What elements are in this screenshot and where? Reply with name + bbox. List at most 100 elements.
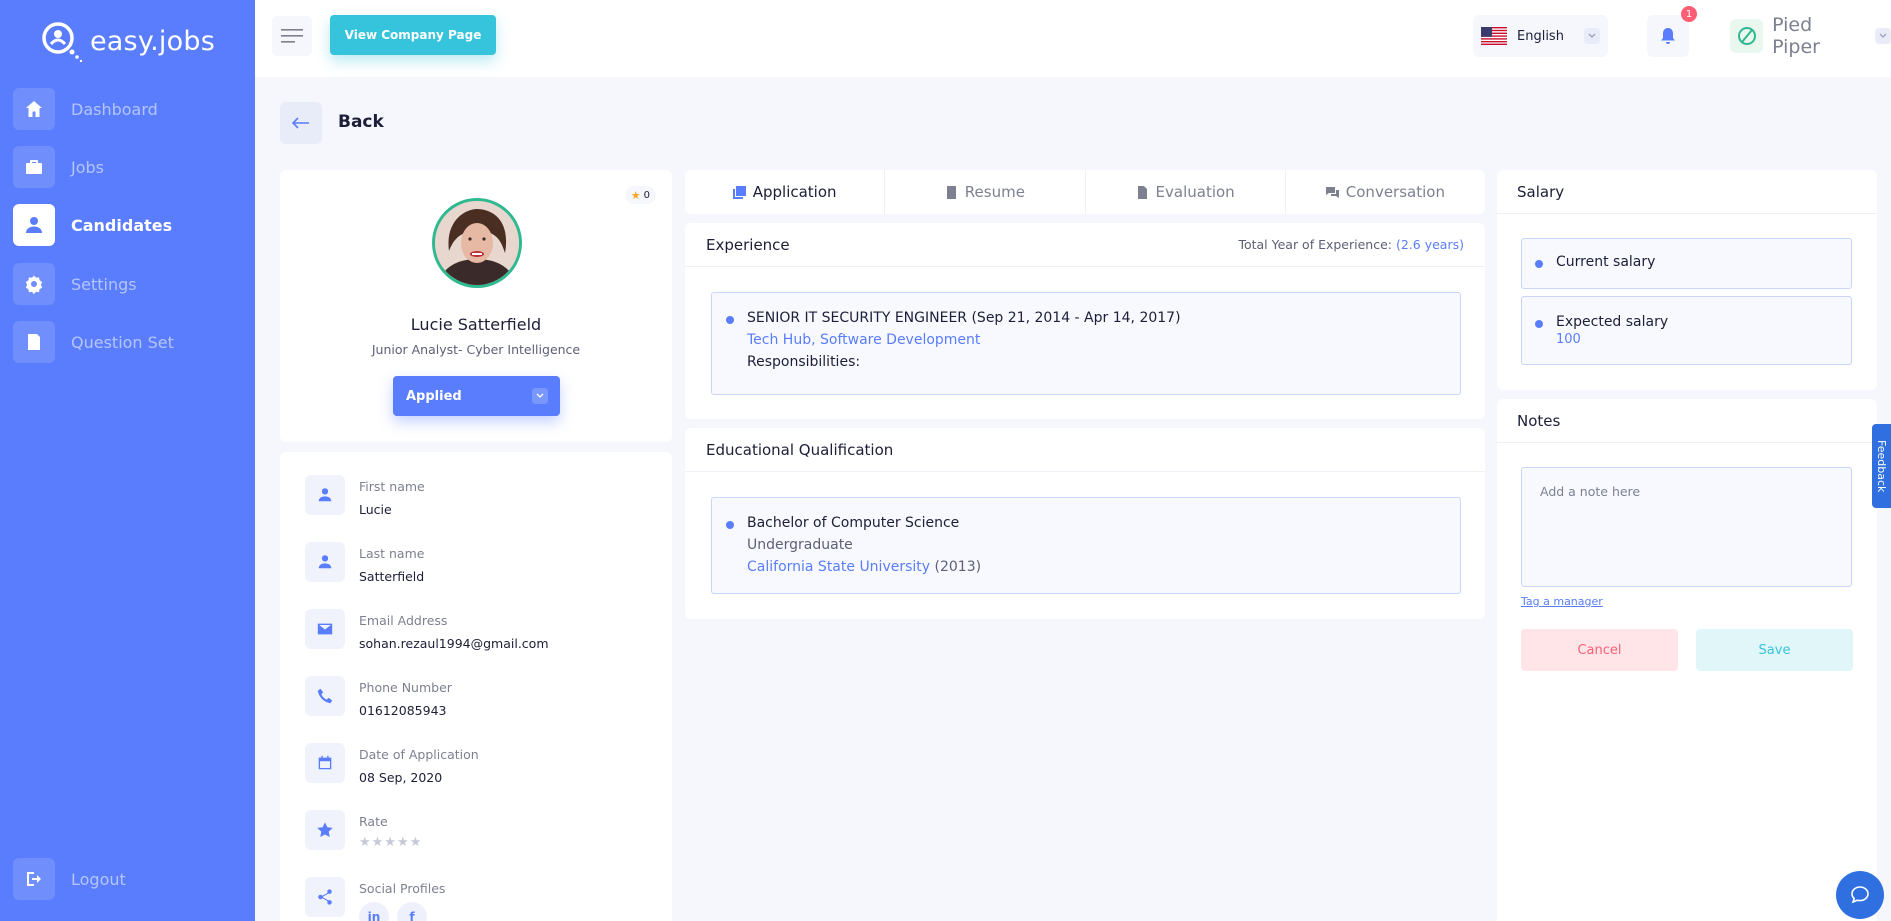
bullet-dot: [726, 316, 734, 324]
detail-email: Email Address sohan.rezaul1994@gmail.com: [305, 609, 549, 659]
mail-icon: [305, 609, 345, 649]
education-section: Educational Qualification Bachelor of Co…: [685, 428, 1485, 619]
conversation-icon: [1325, 186, 1339, 198]
save-button[interactable]: Save: [1696, 629, 1853, 671]
detail-label: Date of Application: [359, 747, 479, 762]
tab-label: Evaluation: [1155, 183, 1235, 201]
sidebar-item-dashboard[interactable]: Dashboard: [13, 88, 243, 130]
language-select[interactable]: English: [1473, 15, 1608, 57]
detail-label: Email Address: [359, 613, 448, 628]
detail-value: sohan.rezaul1994@gmail.com: [359, 636, 549, 651]
sidebar-item-settings[interactable]: Settings: [13, 263, 243, 305]
sidebar-item-label: Settings: [71, 274, 137, 294]
education-school-line: California State University (2013): [747, 559, 1442, 575]
company-switcher[interactable]: Pied Piper: [1730, 14, 1891, 58]
detail-rate: Rate ★★★★★: [305, 810, 422, 860]
sidebar-item-label: Jobs: [71, 157, 104, 177]
education-heading: Educational Qualification: [706, 440, 894, 459]
star-icon: ★: [630, 188, 641, 202]
gear-icon: [13, 263, 55, 305]
chevron-down-icon: [1875, 28, 1891, 44]
star-icon: [305, 810, 345, 850]
salary-heading: Salary: [1497, 170, 1877, 214]
tag-manager-link[interactable]: Tag a manager: [1521, 595, 1603, 608]
rating-stars[interactable]: ★★★★★: [359, 835, 422, 850]
back-label: Back: [338, 112, 384, 132]
candidate-job-title: Junior Analyst- Cyber Intelligence: [371, 342, 581, 357]
user-icon: [305, 542, 345, 582]
us-flag-icon: [1481, 27, 1507, 45]
experience-entry: SENIOR IT SECURITY ENGINEER (Sep 21, 201…: [711, 292, 1461, 395]
tab-label: Conversation: [1345, 183, 1445, 201]
rating-badge-value: 0: [643, 189, 650, 201]
logout-label: Logout: [71, 869, 126, 889]
document-icon: [13, 321, 55, 363]
detail-label: Last name: [359, 546, 425, 561]
candidate-profile-card: ★ 0 Lucie Satterfield Junior Analyst- Cy…: [280, 170, 672, 442]
detail-first-name: First name Lucie: [305, 475, 425, 525]
resume-icon: [946, 185, 956, 199]
sidebar-item-label: Dashboard: [71, 99, 158, 119]
experience-responsibilities: Responsibilities:: [747, 354, 861, 370]
bullet-dot: [1535, 260, 1543, 268]
tab-conversation[interactable]: Conversation: [1286, 170, 1485, 214]
experience-heading: Experience: [706, 235, 790, 254]
back-button[interactable]: [280, 102, 322, 144]
notification-badge: 1: [1681, 6, 1697, 22]
sidebar-item-question-set[interactable]: Question Set: [13, 321, 243, 363]
rating-badge: ★ 0: [624, 186, 656, 204]
bullet-dot: [726, 521, 734, 529]
tab-resume[interactable]: Resume: [885, 170, 1086, 214]
education-entry: Bachelor of Computer Science Undergradua…: [711, 497, 1461, 594]
briefcase-icon: [13, 146, 55, 188]
menu-toggle-button[interactable]: [272, 16, 312, 56]
chat-button[interactable]: [1836, 871, 1884, 919]
facebook-icon[interactable]: f: [397, 902, 427, 921]
experience-company: Tech Hub, Software Development: [747, 332, 981, 348]
feedback-tab[interactable]: Feedback: [1872, 424, 1891, 508]
notification-button[interactable]: [1647, 15, 1689, 57]
detail-phone: Phone Number 01612085943: [305, 676, 452, 726]
chevron-down-icon: [532, 388, 548, 404]
salary-card: Salary Current salary Expected salary 10…: [1497, 170, 1877, 390]
total-experience-value: (2.6 years): [1395, 237, 1464, 252]
bullet-dot: [1535, 320, 1543, 328]
total-experience: Total Year of Experience: (2.6 years): [1238, 237, 1464, 252]
tab-evaluation[interactable]: Evaluation: [1086, 170, 1286, 214]
education-degree: Bachelor of Computer Science: [747, 515, 960, 531]
sidebar: easy.jobs Dashboard Jobs Candidates Sett…: [0, 0, 255, 921]
sidebar-item-jobs[interactable]: Jobs: [13, 146, 243, 188]
brand-logo[interactable]: easy.jobs: [36, 16, 215, 66]
cancel-button[interactable]: Cancel: [1521, 629, 1678, 671]
experience-section: Experience Total Year of Experience: (2.…: [685, 223, 1485, 419]
candidate-tabs: Application Resume Evaluation Conversati…: [685, 170, 1485, 214]
avatar: [432, 198, 522, 288]
detail-application-date: Date of Application 08 Sep, 2020: [305, 743, 479, 793]
chat-icon: [1851, 886, 1869, 904]
detail-value: Satterfield: [359, 569, 425, 584]
home-icon: [13, 88, 55, 130]
education-year: (2013): [934, 559, 982, 575]
status-dropdown[interactable]: Applied: [393, 376, 560, 416]
note-textarea[interactable]: Add a note here: [1521, 467, 1852, 587]
view-company-page-button[interactable]: View Company Page: [330, 15, 496, 55]
sidebar-item-candidates[interactable]: Candidates: [13, 204, 243, 246]
candidate-details-card: First name Lucie Last name Satterfield E…: [280, 452, 672, 921]
current-salary-box: Current salary: [1521, 238, 1852, 289]
detail-label: First name: [359, 479, 425, 494]
status-label: Applied: [406, 388, 462, 404]
tab-application[interactable]: Application: [685, 170, 886, 214]
expected-salary-box: Expected salary 100: [1521, 296, 1852, 365]
notes-heading: Notes: [1497, 399, 1877, 443]
logout-button[interactable]: Logout: [13, 858, 126, 900]
language-label: English: [1517, 28, 1564, 44]
tab-label: Resume: [964, 183, 1025, 201]
bell-icon: [1661, 28, 1675, 44]
expected-salary-label: Expected salary: [1556, 314, 1669, 330]
detail-social-profiles: Social Profiles in f: [305, 877, 445, 921]
linkedin-icon[interactable]: in: [359, 902, 389, 921]
topbar: View Company Page English 1 Pied Piper: [255, 0, 1891, 77]
evaluation-icon: [1137, 185, 1147, 199]
detail-label: Phone Number: [359, 680, 452, 695]
total-experience-label: Total Year of Experience:: [1238, 237, 1392, 252]
